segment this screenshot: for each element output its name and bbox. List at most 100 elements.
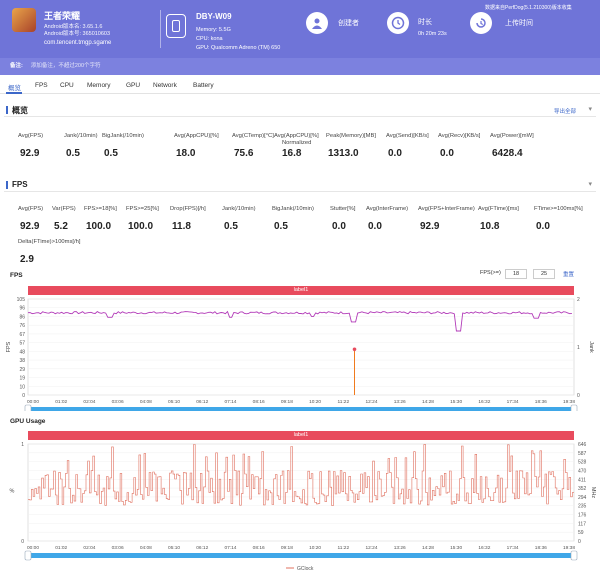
note-bar[interactable]: 备注: 添加备注，不超过200个字符 [0, 58, 600, 75]
duration-label: 时长 [418, 19, 432, 26]
y2-axis-label: MHz [590, 487, 596, 499]
x-tick-label: 06:12 [196, 545, 208, 551]
x-tick-label: 12:24 [366, 399, 378, 405]
metric-label: Avg(CTemp)[°C] [232, 133, 274, 139]
fps-line [27, 310, 572, 332]
tab-cpu[interactable]: CPU [60, 82, 74, 89]
x-tick-label: 16:32 [478, 545, 490, 551]
metric-item: BigJank(/10min) 0.5 [102, 133, 144, 159]
y-tick-label: 19 [19, 376, 25, 382]
metric-item: FPS>=18[%] 100.0 [84, 206, 117, 232]
tab-bar: 概览 FPS CPU Memory GPU Network Battery [0, 78, 600, 94]
tab-fps[interactable]: FPS [35, 82, 48, 89]
gpu-chart-title: GPU Usage [10, 418, 46, 425]
x-tick-label: 17:34 [507, 545, 519, 551]
legend-label: GClock [297, 566, 314, 572]
x-tick-label: 19:38 [563, 399, 575, 405]
metric-item: Stutter[%] 0.0 [330, 206, 356, 232]
gpu-chart: 646 587 528 470 411 352 294 235 176 117 59 0 1 0% MHz 0… [10, 442, 596, 572]
y2-tick-label: 294 [578, 495, 587, 501]
metric-item: Jank(/10min) 0.5 [222, 206, 256, 232]
x-tick-label: 10:20 [309, 545, 321, 551]
metric-value: 0.0 [368, 221, 382, 232]
y2-tick-label: 0 [577, 393, 580, 399]
gpu-scrollbar [28, 553, 574, 558]
export-all-link[interactable]: 导出全部 [554, 107, 576, 115]
scroll-handle-left [24, 550, 32, 561]
tab-memory[interactable]: Memory [87, 82, 110, 89]
x-tick-label: 14:28 [422, 545, 434, 551]
x-tick-label: 13:26 [394, 545, 406, 551]
device-memory: Memory: 5.5G [196, 27, 231, 33]
reset-button[interactable]: 重置 [563, 270, 574, 278]
scroll-handle-right [570, 404, 578, 411]
fps-threshold-1[interactable]: 18 [505, 269, 527, 279]
x-tick-label: 01:02 [55, 545, 67, 551]
metric-item: Jank(/10min) 0.5 [64, 133, 98, 159]
tab-gpu[interactable]: GPU [126, 82, 140, 89]
metric-label: Avg(AppCPU)[%] [174, 133, 219, 139]
x-tick-label: 01:02 [55, 399, 67, 405]
overview-title: 概览 [12, 106, 28, 115]
x-tick-label: 05:10 [168, 545, 180, 551]
fps-chart: 105968676675748382919100210FPS Jank00:00 0… [6, 297, 594, 411]
device-gpu: GPU: Qualcomm Adreno (TM) 650 [196, 45, 281, 51]
metric-label: FPS>=18[%] [84, 206, 117, 212]
y-tick-label: 57 [19, 341, 25, 347]
metric-item: Avg(AppCPU)[%] 18.0 [174, 133, 219, 159]
metric-item: Var(FPS) 5.2 [52, 206, 76, 232]
y2-tick-label: 587 [578, 451, 587, 457]
x-tick-label: 13:26 [394, 399, 406, 405]
x-tick-label: 14:28 [422, 399, 434, 405]
x-tick-label: 03:06 [112, 545, 124, 551]
tab-overview[interactable]: 概览 [8, 82, 21, 92]
metric-item: Avg(Send)[KB/s] 0.0 [386, 133, 429, 159]
metric-item: Drop(FPS)[/h] 11.8 [170, 206, 206, 232]
x-tick-label: 06:12 [196, 399, 208, 405]
metric-item: Delta(FTime)>100ms[/h] 2.9 [18, 239, 80, 265]
y-tick-label: 1 [21, 442, 24, 448]
metric-label: Stutter[%] [330, 206, 356, 212]
x-tick-label: 12:24 [366, 545, 378, 551]
y2-tick-label: 117 [578, 521, 586, 527]
metric-value: 11.8 [172, 221, 191, 232]
note-label: 备注: [10, 63, 23, 69]
note-input[interactable]: 添加备注，不超过200个字符 [31, 63, 101, 69]
y-tick-label: 96 [19, 306, 25, 312]
metric-label: Avg(InterFrame) [366, 206, 409, 212]
x-tick-label: 18:36 [535, 399, 547, 405]
metric-value: 5.2 [54, 221, 68, 232]
overview-header: 概览 导出全部 ▾ [4, 103, 596, 117]
y2-tick-label: 0 [578, 539, 581, 545]
x-tick-label: 03:06 [112, 399, 124, 405]
x-tick-label: 02:04 [83, 399, 95, 405]
metric-item: Avg(InterFrame) 0.0 [366, 206, 409, 232]
metric-value: 0.5 [274, 221, 288, 232]
fps-threshold-2[interactable]: 25 [533, 269, 555, 279]
x-tick-label: 08:16 [253, 399, 265, 405]
x-tick-label: 08:16 [253, 545, 265, 551]
header-divider [160, 10, 161, 48]
y-tick-label: 48 [19, 349, 25, 355]
tab-network[interactable]: Network [153, 82, 177, 89]
metric-value: 0.5 [224, 221, 238, 232]
scroll-handle-left [24, 404, 32, 411]
metric-label: Jank(/10min) [222, 206, 256, 212]
section-marker [6, 181, 8, 189]
x-tick-label: 17:34 [507, 399, 519, 405]
y-tick-label: 10 [19, 384, 25, 390]
y2-axis-label: Jank [588, 341, 594, 353]
x-tick-label: 07:14 [224, 545, 236, 551]
y-tick-label: 0 [21, 539, 24, 545]
collapse-icon[interactable]: ▾ [588, 105, 592, 113]
x-tick-label: 09:18 [281, 399, 293, 405]
tab-battery[interactable]: Battery [193, 82, 214, 89]
y-tick-label: 76 [19, 323, 25, 329]
x-tick-label: 19:38 [563, 545, 575, 551]
x-tick-label: 11:22 [337, 545, 349, 551]
y-tick-label: 67 [19, 332, 25, 338]
metric-label: Avg(AppCPU)[%] [274, 133, 319, 139]
collapse-icon[interactable]: ▾ [588, 180, 592, 188]
y2-tick-label: 411 [578, 477, 586, 483]
y-axis-label: % [10, 489, 15, 495]
